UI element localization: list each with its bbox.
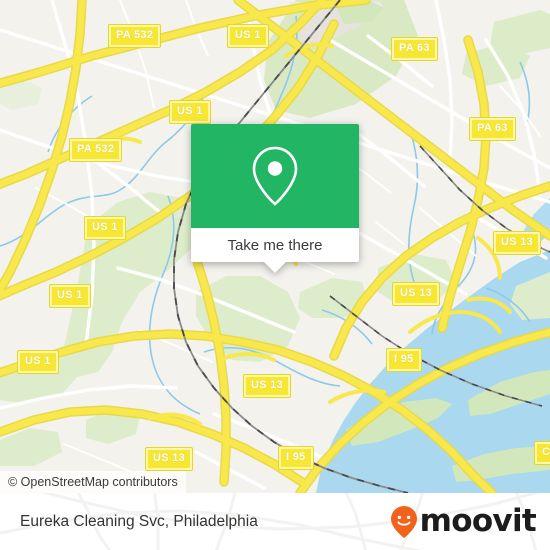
popup-image-placeholder bbox=[191, 124, 359, 228]
map-attribution[interactable]: © OpenStreetMap contributors bbox=[0, 471, 186, 493]
road-shield: I 95 bbox=[278, 446, 314, 470]
road-shield: US 1 bbox=[84, 216, 126, 240]
popup-pointer-tail bbox=[264, 262, 286, 273]
map-pin-icon bbox=[252, 146, 298, 206]
road-shield: I 95 bbox=[386, 348, 422, 372]
road-shield: US 13 bbox=[492, 231, 542, 255]
moovit-location-page: PA 532 US 1 PA 63 US 1 PA 63 PA 532 US 1… bbox=[0, 0, 550, 550]
road-shield: PA 63 bbox=[391, 37, 438, 61]
road-shield: US 1 bbox=[49, 284, 91, 308]
location-popup-card[interactable]: Take me there bbox=[191, 124, 359, 273]
popup-action-bar[interactable]: Take me there bbox=[191, 228, 359, 273]
road-shield: US 1 bbox=[227, 24, 269, 48]
road-shield: PA 63 bbox=[469, 117, 516, 141]
road-shield: PA 532 bbox=[107, 24, 162, 48]
moovit-pin-icon bbox=[390, 505, 417, 538]
moovit-logo[interactable]: moovit bbox=[389, 503, 537, 539]
footer-bar: Eureka Cleaning Svc, Philadelphia moovit bbox=[0, 493, 550, 550]
attribution-text: © OpenStreetMap contributors bbox=[8, 475, 178, 489]
road-shield: US 13 bbox=[391, 282, 441, 306]
road-shield: CR bbox=[534, 441, 550, 465]
road-shield: US 13 bbox=[242, 374, 292, 398]
road-shield: PA 532 bbox=[68, 138, 123, 162]
map-canvas[interactable]: PA 532 US 1 PA 63 US 1 PA 63 PA 532 US 1… bbox=[0, 0, 550, 493]
road-shield: US 1 bbox=[169, 100, 211, 124]
take-me-there-label: Take me there bbox=[227, 236, 323, 254]
road-shield: US 1 bbox=[17, 350, 59, 374]
road-shield: US 13 bbox=[144, 447, 194, 471]
location-title: Eureka Cleaning Svc, Philadelphia bbox=[20, 512, 258, 530]
moovit-wordmark: moovit bbox=[419, 503, 537, 539]
